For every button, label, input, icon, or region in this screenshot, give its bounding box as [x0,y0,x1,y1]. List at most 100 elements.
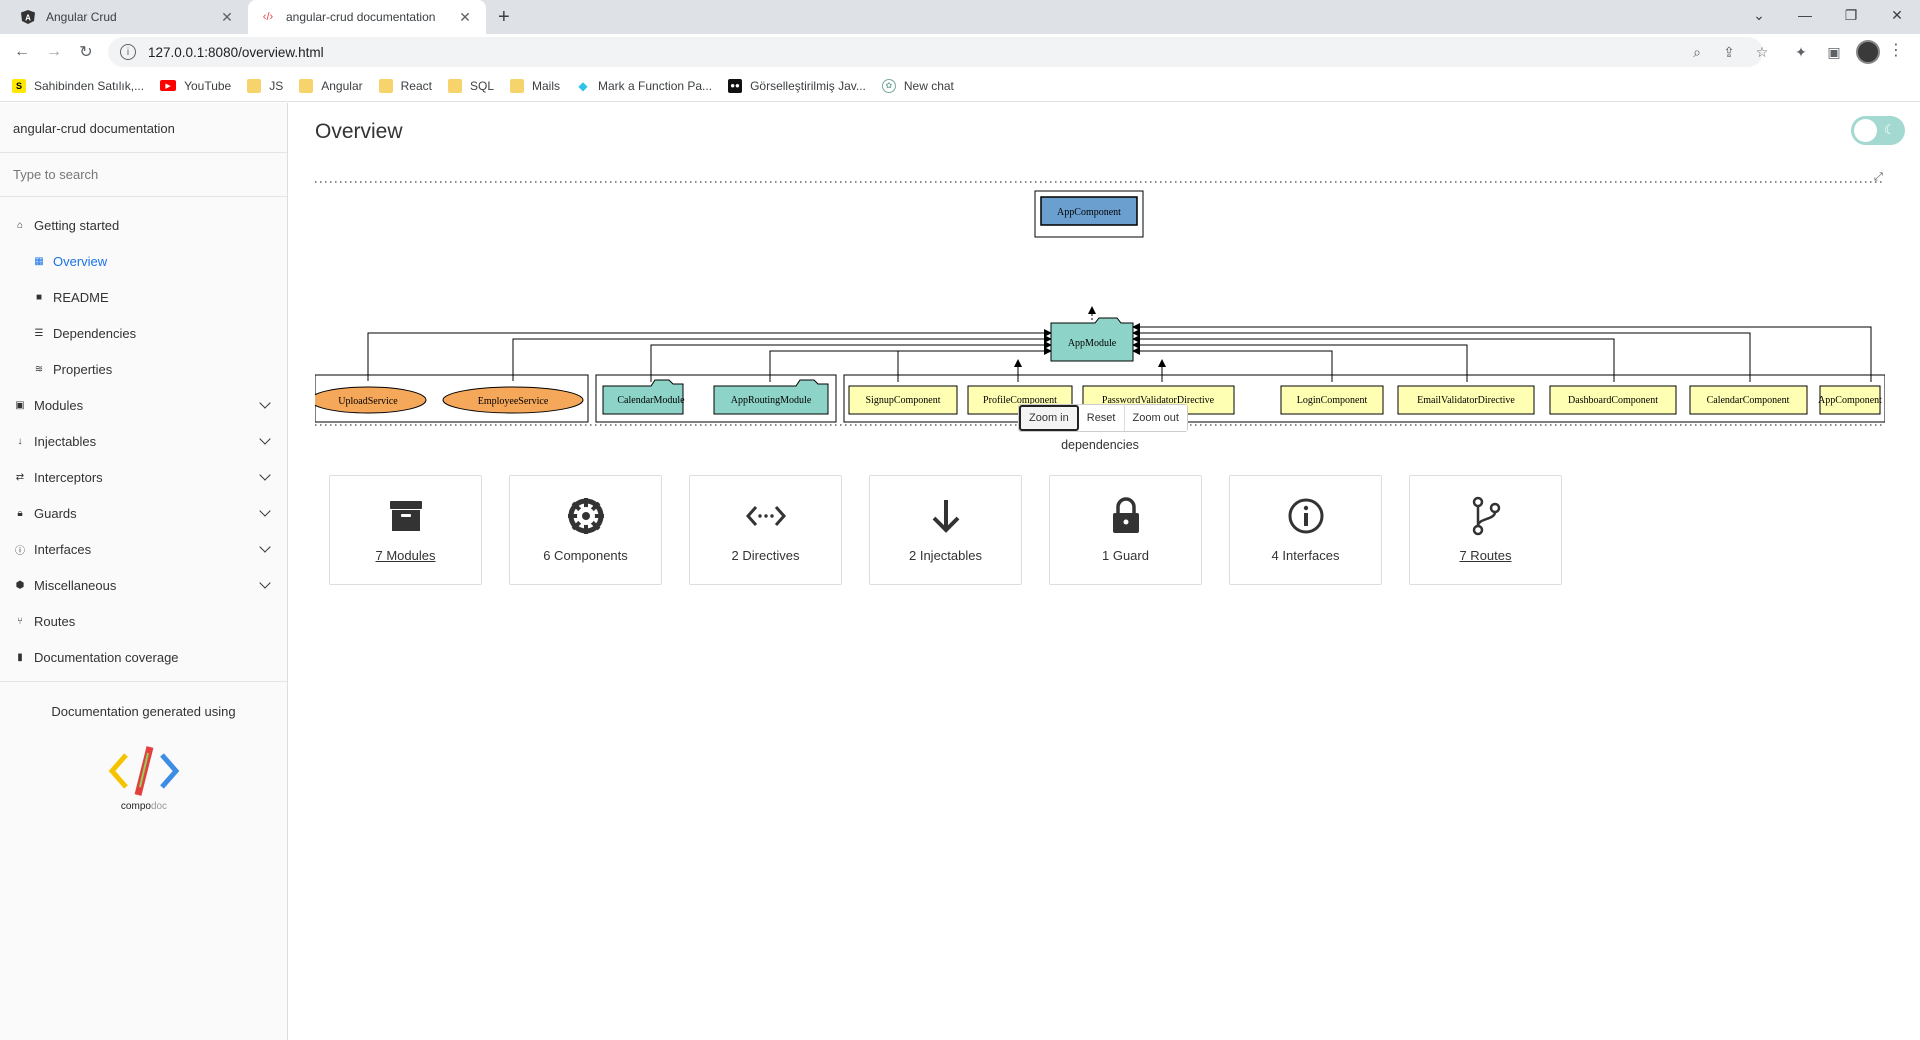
new-tab-button[interactable]: + [498,6,510,29]
sidebar-item-interceptors[interactable]: ⇄ Interceptors [0,459,287,495]
bookmark-folder-react[interactable]: React [378,78,432,93]
graph-node-import[interactable]: AppRoutingModule [713,379,829,415]
sidebar-item-routes[interactable]: ⑂ Routes [0,603,287,639]
sidebar-item-overview[interactable]: ▦ Overview [0,243,287,279]
graph-node-declaration[interactable]: EmailValidatorDirective [1397,385,1535,415]
bookmark-new-chat[interactable]: ✿ New chat [881,78,954,93]
graph-node-bootstrap[interactable]: AppComponent [1040,196,1138,226]
svg-text:AppRoutingModule: AppRoutingModule [731,395,812,406]
close-window-button[interactable]: ✕ [1874,0,1920,30]
sidebar-item-getting-started[interactable]: ⌂ Getting started [0,207,287,243]
bookmark-star-icon[interactable]: ☆ [1748,38,1776,66]
graph-node-declaration[interactable]: DashboardComponent [1549,385,1677,415]
bookmark-label: YouTube [184,78,232,93]
bookmark-folder-sql[interactable]: SQL [447,78,494,93]
restore-button[interactable]: ❐ [1828,0,1874,30]
sidebar-item-label: Getting started [34,217,120,233]
bookmark-folder-angular[interactable]: Angular [299,78,363,93]
bookmark-pythontutor[interactable]: ●● Görselleştirilmiş Jav... [728,78,866,93]
sidebar-item-label: Routes [34,613,76,629]
card-label[interactable]: 7 Routes [1459,548,1511,563]
card-directives[interactable]: 2 Directives [689,475,842,585]
sidebar-item-coverage[interactable]: ▮ Documentation coverage [0,639,287,675]
card-label: 2 Directives [731,548,800,563]
sidebar-title[interactable]: angular-crud documentation [0,103,287,153]
back-icon[interactable]: ← [6,36,38,68]
close-tab-icon[interactable]: ✕ [218,9,236,26]
graph-node-provider[interactable]: UploadService [309,386,427,414]
card-interfaces[interactable]: 4 Interfaces [1229,475,1382,585]
sidebar-item-label: Interceptors [34,469,103,485]
search-input[interactable]: Type to search [0,153,287,197]
card-label[interactable]: 7 Modules [376,548,436,563]
card-components[interactable]: 6 Components [509,475,662,585]
extensions-icon[interactable]: ✦ [1787,38,1815,66]
browser-tab-strip: A Angular Crud ✕ ‹/› angular-crud docume… [0,0,1920,34]
sidebar-item-modules[interactable]: ▣ Modules [0,387,287,423]
card-label: 2 Injectables [909,548,982,563]
browser-tab-angular-crud[interactable]: A Angular Crud ✕ [8,0,248,34]
graph-node-declaration[interactable]: SignupComponent [848,385,958,415]
page-title: Overview [315,120,403,143]
card-injectables[interactable]: 2 Injectables [869,475,1022,585]
reload-icon[interactable]: ↻ [70,36,102,68]
lock-icon: 🔒︎ [17,507,23,519]
browser-tab-documentation[interactable]: ‹/› angular-crud documentation ✕ [248,0,486,34]
sidebar-item-guards[interactable]: 🔒︎ Guards [0,495,287,531]
graph-node-appmodule[interactable]: AppModule [1050,317,1134,362]
profile-avatar[interactable] [1856,40,1880,64]
zoom-reset-button[interactable]: Reset [1078,405,1125,431]
bookmark-folder-js[interactable]: JS [247,78,283,93]
sidebar-item-interfaces[interactable]: ⓘ Interfaces [0,531,287,567]
chevron-down-icon[interactable] [259,505,271,517]
forward-icon[interactable]: → [38,36,70,68]
graph-node-declaration[interactable]: AppComponent [1818,385,1882,415]
graph-node-declaration[interactable]: CalendarComponent [1689,385,1808,415]
card-modules[interactable]: 7 Modules [329,475,482,585]
card-guards[interactable]: 1 Guard [1049,475,1202,585]
sidebar-item-properties[interactable]: ≋ Properties [0,351,287,387]
minimize-button[interactable]: — [1782,0,1828,30]
sidebar-item-label: Guards [34,505,77,521]
generated-using-text: Documentation generated using [51,704,236,719]
sidebar-item-label: Interfaces [34,541,92,557]
arrow-down-icon: ↓ [17,435,23,447]
card-routes[interactable]: 7 Routes [1409,475,1562,585]
side-panel-icon[interactable]: ▣ [1820,38,1848,66]
graph-node-import[interactable]: CalendarModule [602,379,685,415]
list-icon: ☰ [34,327,44,339]
chevron-down-icon[interactable] [259,541,271,553]
sidebar-item-injectables[interactable]: ↓ Injectables [0,423,287,459]
menu-kebab-icon[interactable]: ⋮ [1888,40,1904,60]
chevron-down-icon[interactable] [259,577,271,589]
graph-node-declaration[interactable]: LoginComponent [1280,385,1384,415]
bookmark-label: New chat [903,78,954,93]
site-info-icon[interactable]: i [120,44,136,60]
bookmark-folder-mails[interactable]: Mails [510,78,560,93]
youtube-icon: ▶ [160,80,177,91]
gear-icon [566,496,606,536]
chevron-down-icon[interactable] [259,397,271,409]
chevron-down-icon[interactable] [259,433,271,445]
zoom-in-button[interactable]: Zoom in [1019,405,1079,431]
dark-mode-toggle[interactable]: ☾ [1851,116,1905,145]
moon-icon: ☾ [1884,122,1896,137]
zoom-out-button[interactable]: Zoom out [1124,405,1187,431]
sidebar-item-miscellaneous[interactable]: ⬢ Miscellaneous [0,567,287,603]
zoom-icon[interactable]: ⌕ [1683,38,1711,66]
sidebar-item-dependencies[interactable]: ☰ Dependencies [0,315,287,351]
bookmark-mark-function[interactable]: ◆ Mark a Function Pa... [576,79,712,93]
bookmark-youtube[interactable]: ▶ YouTube [160,79,231,93]
chevron-down-icon[interactable] [259,469,271,481]
address-bar[interactable]: i 127.0.0.1:8080/overview.html [108,37,1763,67]
bookmark-label: Görselleştirilmiş Jav... [750,78,866,93]
info-icon: ⓘ [15,545,25,557]
close-tab-icon[interactable]: ✕ [456,9,474,26]
share-icon[interactable]: ⇪ [1715,38,1743,66]
compodoc-logo[interactable]: compodoc [104,743,184,813]
graph-node-provider[interactable]: EmployeeService [442,386,584,414]
sidebar-item-readme[interactable]: ■ README [0,279,287,315]
grid-icon: ▦ [34,255,44,267]
tab-search-icon[interactable]: ⌄ [1736,0,1782,30]
bookmark-sahibinden[interactable]: S Sahibinden Satılık,... [12,78,144,93]
